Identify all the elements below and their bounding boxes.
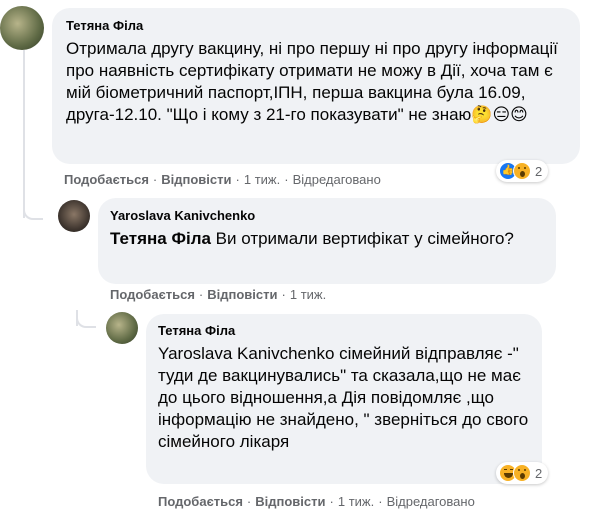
wow-icon — [513, 162, 531, 180]
avatar[interactable] — [0, 6, 44, 50]
avatar[interactable] — [58, 200, 90, 232]
reactions-summary[interactable]: 2 — [496, 462, 549, 484]
comment-body: Ви отримали вертифікат у сімейного? — [210, 229, 514, 248]
reaction-count: 2 — [535, 163, 543, 179]
reply-button[interactable]: Відповісти — [161, 172, 231, 187]
comment-actions: Подобається · Відповісти · 1 тиж. · Відредагов… — [64, 172, 381, 187]
timestamp[interactable]: 1 тиж. — [290, 287, 326, 302]
like-button[interactable]: Подобається — [110, 287, 195, 302]
comment-author[interactable]: Yaroslava Kanivchenko — [110, 208, 544, 224]
thread-elbow — [23, 204, 43, 220]
thread-line — [23, 50, 25, 218]
comment-bubble: Yaroslava Kanivchenko Тетяна Філа Ви отр… — [98, 198, 556, 284]
comment-text: Тетяна Філа Ви отримали вертифікат у сім… — [110, 228, 544, 250]
wow-icon — [513, 464, 531, 482]
comment-text: Отримала другу вакцину, ні про першу ні … — [66, 39, 558, 124]
reaction-count: 2 — [535, 465, 543, 481]
edited-label: Відредаговано — [292, 172, 381, 187]
reply-button[interactable]: Відповісти — [207, 287, 277, 302]
avatar[interactable] — [106, 312, 138, 344]
comment-bubble: Тетяна Філа Отримала другу вакцину, ні п… — [52, 8, 580, 164]
comment-author[interactable]: Тетяна Філа — [66, 18, 566, 34]
reactions-summary[interactable]: 👍 2 — [496, 160, 549, 182]
comment-bubble: Тетяна Філа Yaroslava Kanivchenko сімейн… — [146, 314, 542, 484]
comment-text: Yaroslava Kanivchenko сімейний відправля… — [158, 344, 529, 451]
comment-author[interactable]: Тетяна Філа — [158, 323, 530, 339]
comment-actions: Подобається · Відповісти · 1 тиж. — [110, 287, 327, 302]
comment-actions: Подобається · Відповісти · 1 тиж. · Відредагов… — [158, 494, 475, 509]
like-button[interactable]: Подобається — [64, 172, 149, 187]
thread-elbow — [76, 312, 96, 328]
timestamp[interactable]: 1 тиж. — [244, 172, 280, 187]
mention-link[interactable]: Тетяна Філа — [110, 229, 211, 248]
